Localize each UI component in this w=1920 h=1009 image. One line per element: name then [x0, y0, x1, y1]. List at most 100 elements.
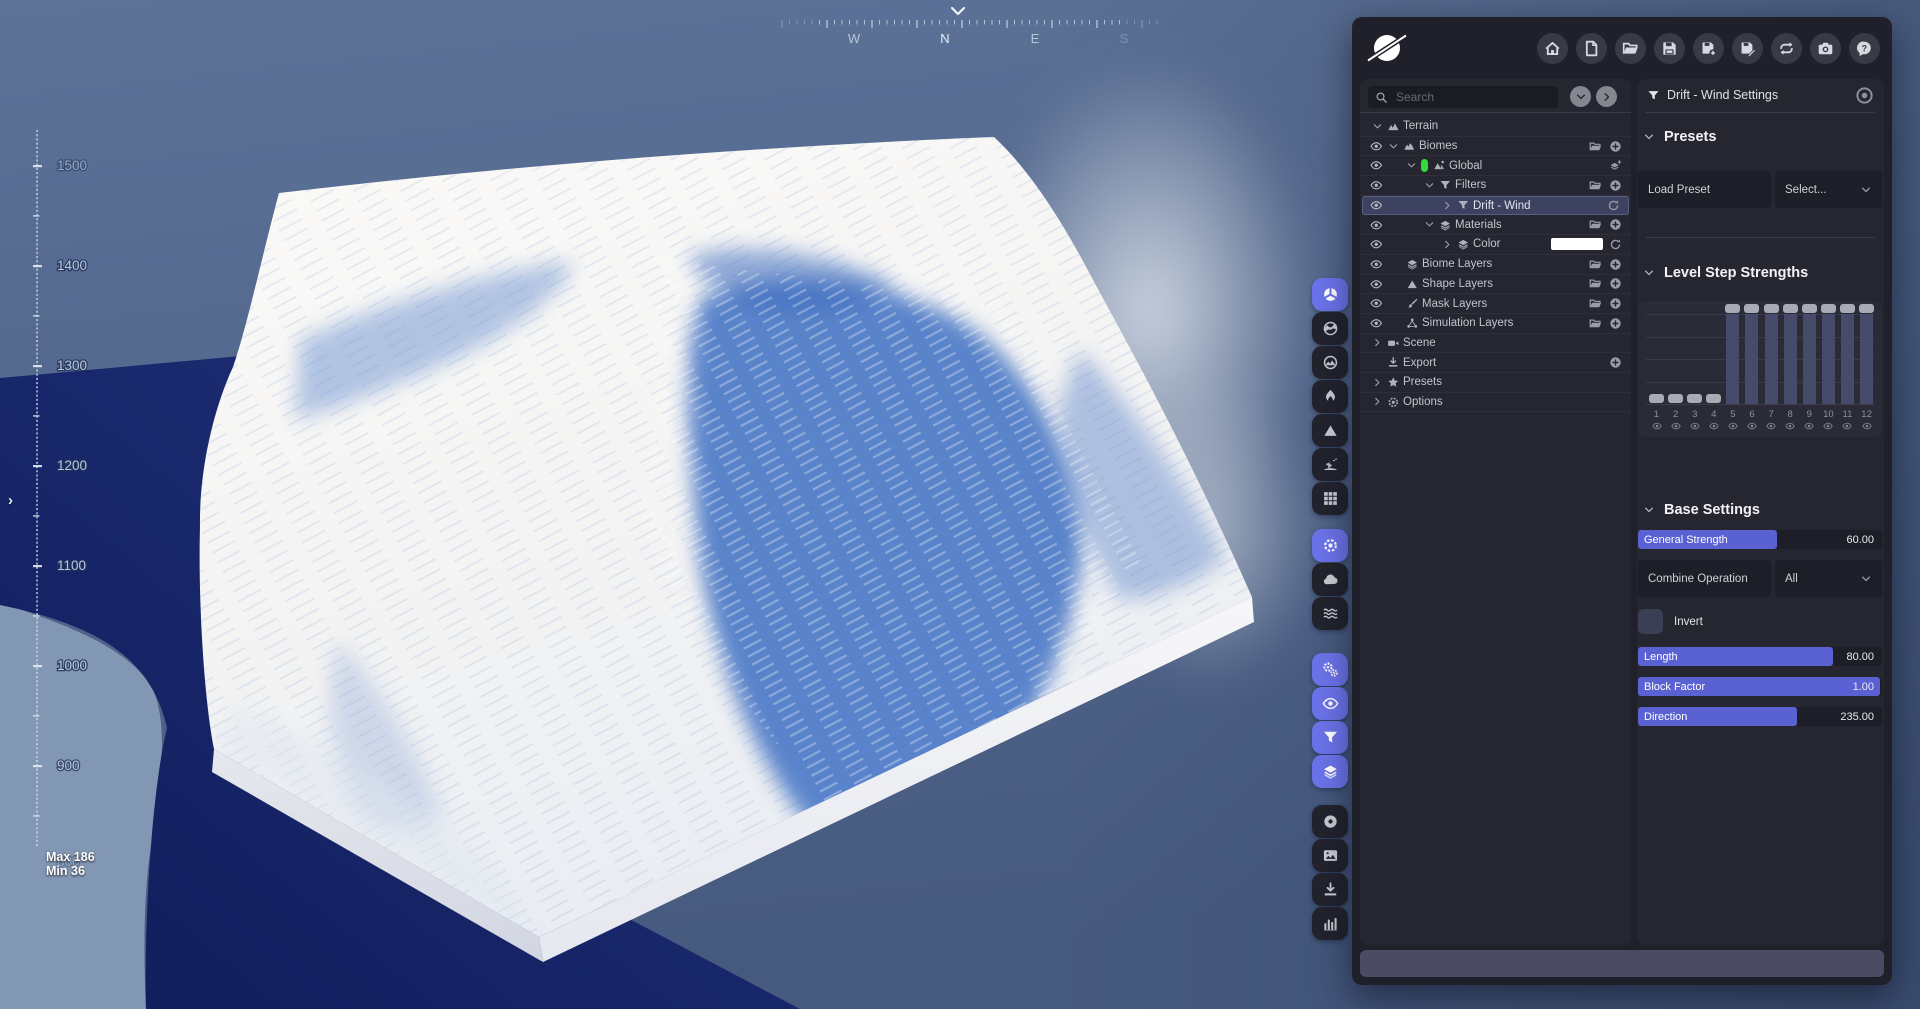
- save-button[interactable]: [1654, 32, 1685, 64]
- level-slider-6[interactable]: 6: [1742, 301, 1761, 437]
- level-eye-toggle[interactable]: [1647, 421, 1666, 431]
- slider-length[interactable]: Length 80.00: [1638, 647, 1882, 666]
- visibility-eye-icon[interactable]: [1370, 238, 1386, 251]
- chevron-down-icon[interactable]: [1424, 180, 1439, 191]
- slider-direction[interactable]: Direction 235.00: [1638, 707, 1882, 726]
- slider-handle[interactable]: [1859, 304, 1875, 313]
- tool-cloud-button[interactable]: [1312, 563, 1348, 596]
- search-field[interactable]: [1394, 89, 1548, 105]
- color-swatch[interactable]: [1551, 238, 1603, 251]
- slider-handle[interactable]: [1801, 304, 1817, 313]
- level-slider-10[interactable]: 10: [1819, 301, 1838, 437]
- plus-button[interactable]: [1609, 356, 1622, 369]
- chevron-right-icon[interactable]: [1442, 239, 1457, 250]
- level-slider-1[interactable]: 1: [1647, 301, 1666, 437]
- tree-row-simulation-layers[interactable]: Simulation Layers: [1360, 314, 1631, 334]
- level-slider-2[interactable]: 2: [1666, 301, 1685, 437]
- section-level-steps[interactable]: Level Step Strengths: [1643, 265, 1808, 281]
- tree-row-terrain[interactable]: Terrain: [1360, 117, 1631, 137]
- tree-row-presets[interactable]: Presets: [1360, 373, 1631, 393]
- refresh-button[interactable]: [1609, 238, 1622, 251]
- visibility-eye-icon[interactable]: [1370, 140, 1386, 153]
- level-eye-toggle[interactable]: [1666, 421, 1685, 431]
- plus-button[interactable]: [1609, 317, 1622, 330]
- tool-fan-button[interactable]: [1312, 278, 1348, 311]
- tree-row-scene[interactable]: Scene: [1360, 334, 1631, 354]
- level-eye-toggle[interactable]: [1704, 421, 1723, 431]
- level-slider-12[interactable]: 12: [1857, 301, 1876, 437]
- level-eye-toggle[interactable]: [1742, 421, 1761, 431]
- tool-mountain-button[interactable]: [1312, 414, 1348, 447]
- load-preset-select[interactable]: Select...: [1775, 171, 1882, 208]
- tool-island-button[interactable]: [1312, 448, 1348, 481]
- plus-button[interactable]: [1609, 277, 1622, 290]
- tool-planet-button[interactable]: [1312, 346, 1348, 379]
- level-slider-11[interactable]: 11: [1838, 301, 1857, 437]
- tree-row-mask-layers[interactable]: Mask Layers: [1360, 294, 1631, 314]
- level-eye-toggle[interactable]: [1781, 421, 1800, 431]
- collapse-all-button[interactable]: [1570, 86, 1591, 107]
- refresh-button[interactable]: [1607, 199, 1620, 212]
- folder-button[interactable]: [1589, 297, 1602, 310]
- level-eye-toggle[interactable]: [1685, 421, 1704, 431]
- plus-button[interactable]: [1609, 179, 1622, 192]
- slider-handle[interactable]: [1649, 394, 1664, 403]
- tool-funnel-button[interactable]: [1312, 721, 1348, 754]
- folder-button[interactable]: [1589, 218, 1602, 231]
- level-eye-toggle[interactable]: [1819, 421, 1838, 431]
- sync-button[interactable]: [1771, 32, 1802, 64]
- tool-chart-button[interactable]: [1312, 907, 1348, 940]
- tree-row-filters[interactable]: Filters: [1360, 176, 1631, 196]
- visibility-eye-icon[interactable]: [1370, 219, 1386, 232]
- tree-row-drift-wind[interactable]: Drift - Wind: [1362, 195, 1629, 216]
- tool-image-button[interactable]: [1312, 839, 1348, 872]
- slider-handle[interactable]: [1706, 394, 1722, 403]
- tree-row-color[interactable]: Color: [1360, 235, 1631, 255]
- tree-row-biomes[interactable]: Biomes: [1360, 137, 1631, 157]
- tool-download-button[interactable]: [1312, 873, 1348, 906]
- tree-row-shape-layers[interactable]: Shape Layers: [1360, 275, 1631, 295]
- chevron-right-icon[interactable]: [1372, 337, 1387, 348]
- tool-record-button[interactable]: [1312, 805, 1348, 838]
- visibility-eye-icon[interactable]: [1370, 317, 1386, 330]
- level-slider-4[interactable]: 4: [1704, 301, 1723, 437]
- combine-operation-select[interactable]: All: [1775, 560, 1882, 597]
- visibility-eye-icon[interactable]: [1370, 179, 1386, 192]
- section-base-settings[interactable]: Base Settings: [1643, 502, 1760, 518]
- app-logo-icon[interactable]: [1366, 27, 1408, 69]
- settings-info-button[interactable]: [1855, 86, 1874, 105]
- slider-block-factor[interactable]: Block Factor 1.00: [1638, 677, 1882, 696]
- layers-plus-button[interactable]: [1609, 159, 1622, 172]
- tree-row-biome-layers[interactable]: Biome Layers: [1360, 255, 1631, 275]
- compass[interactable]: WNES: [770, 0, 1170, 52]
- level-slider-7[interactable]: 7: [1762, 301, 1781, 437]
- expand-all-button[interactable]: [1596, 86, 1617, 107]
- folder-open-button[interactable]: [1615, 32, 1646, 64]
- tool-fan-outline-button[interactable]: [1312, 312, 1348, 345]
- save-edit-button[interactable]: [1732, 32, 1763, 64]
- level-slider-8[interactable]: 8: [1781, 301, 1800, 437]
- chevron-down-icon[interactable]: [1388, 141, 1403, 152]
- chevron-right-icon[interactable]: [1372, 396, 1387, 407]
- tool-layers-button[interactable]: [1312, 755, 1348, 788]
- level-eye-toggle[interactable]: [1838, 421, 1857, 431]
- file-button[interactable]: [1576, 32, 1607, 64]
- slider-handle[interactable]: [1839, 304, 1855, 313]
- chevron-down-icon[interactable]: [1424, 219, 1439, 230]
- tree-row-export[interactable]: Export: [1360, 353, 1631, 373]
- slider-general-strength[interactable]: General Strength 60.00: [1638, 530, 1882, 549]
- plus-button[interactable]: [1609, 218, 1622, 231]
- level-slider-9[interactable]: 9: [1800, 301, 1819, 437]
- slider-handle[interactable]: [1782, 304, 1798, 313]
- visibility-eye-icon[interactable]: [1370, 297, 1386, 310]
- folder-button[interactable]: [1589, 277, 1602, 290]
- visibility-eye-icon[interactable]: [1370, 159, 1386, 172]
- slider-handle[interactable]: [1668, 394, 1684, 403]
- chevron-down-icon[interactable]: [1372, 121, 1387, 132]
- slider-handle[interactable]: [1763, 304, 1779, 313]
- level-slider-3[interactable]: 3: [1685, 301, 1704, 437]
- visibility-eye-icon[interactable]: [1370, 258, 1386, 271]
- tree-row-options[interactable]: Options: [1360, 393, 1631, 413]
- visibility-eye-icon[interactable]: [1370, 199, 1386, 212]
- folder-button[interactable]: [1589, 179, 1602, 192]
